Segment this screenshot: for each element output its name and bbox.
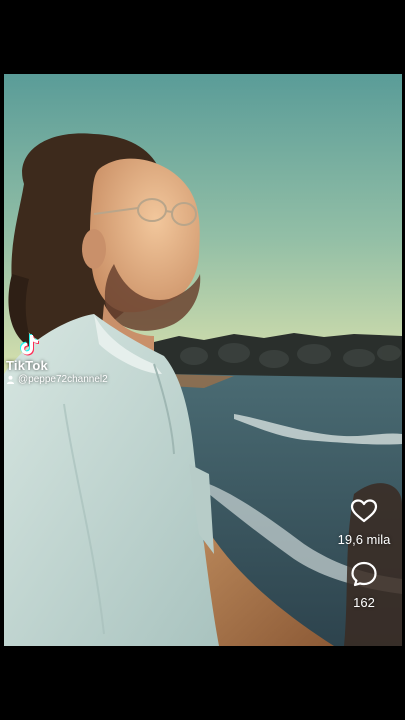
action-rail: 19,6 mila 162 xyxy=(333,496,395,610)
tiktok-video-screen: TikTok @peppe72channel2 19,6 mila 162 xyxy=(0,0,405,720)
comment-button[interactable]: 162 xyxy=(349,559,379,610)
heart-icon xyxy=(350,499,378,523)
tiktok-logo-icon xyxy=(20,334,39,356)
watermark-username-row: @peppe72channel2 xyxy=(6,374,108,385)
watermark-username: @peppe72channel2 xyxy=(18,374,108,385)
comment-bubble-icon xyxy=(351,561,377,587)
like-button[interactable]: 19,6 mila xyxy=(337,496,391,547)
comment-count: 162 xyxy=(353,595,375,610)
tiktok-brand-label: TikTok xyxy=(6,358,48,373)
like-count: 19,6 mila xyxy=(337,532,391,547)
user-icon xyxy=(6,375,15,384)
tiktok-watermark: TikTok @peppe72channel2 xyxy=(6,332,108,385)
ear xyxy=(82,229,106,269)
